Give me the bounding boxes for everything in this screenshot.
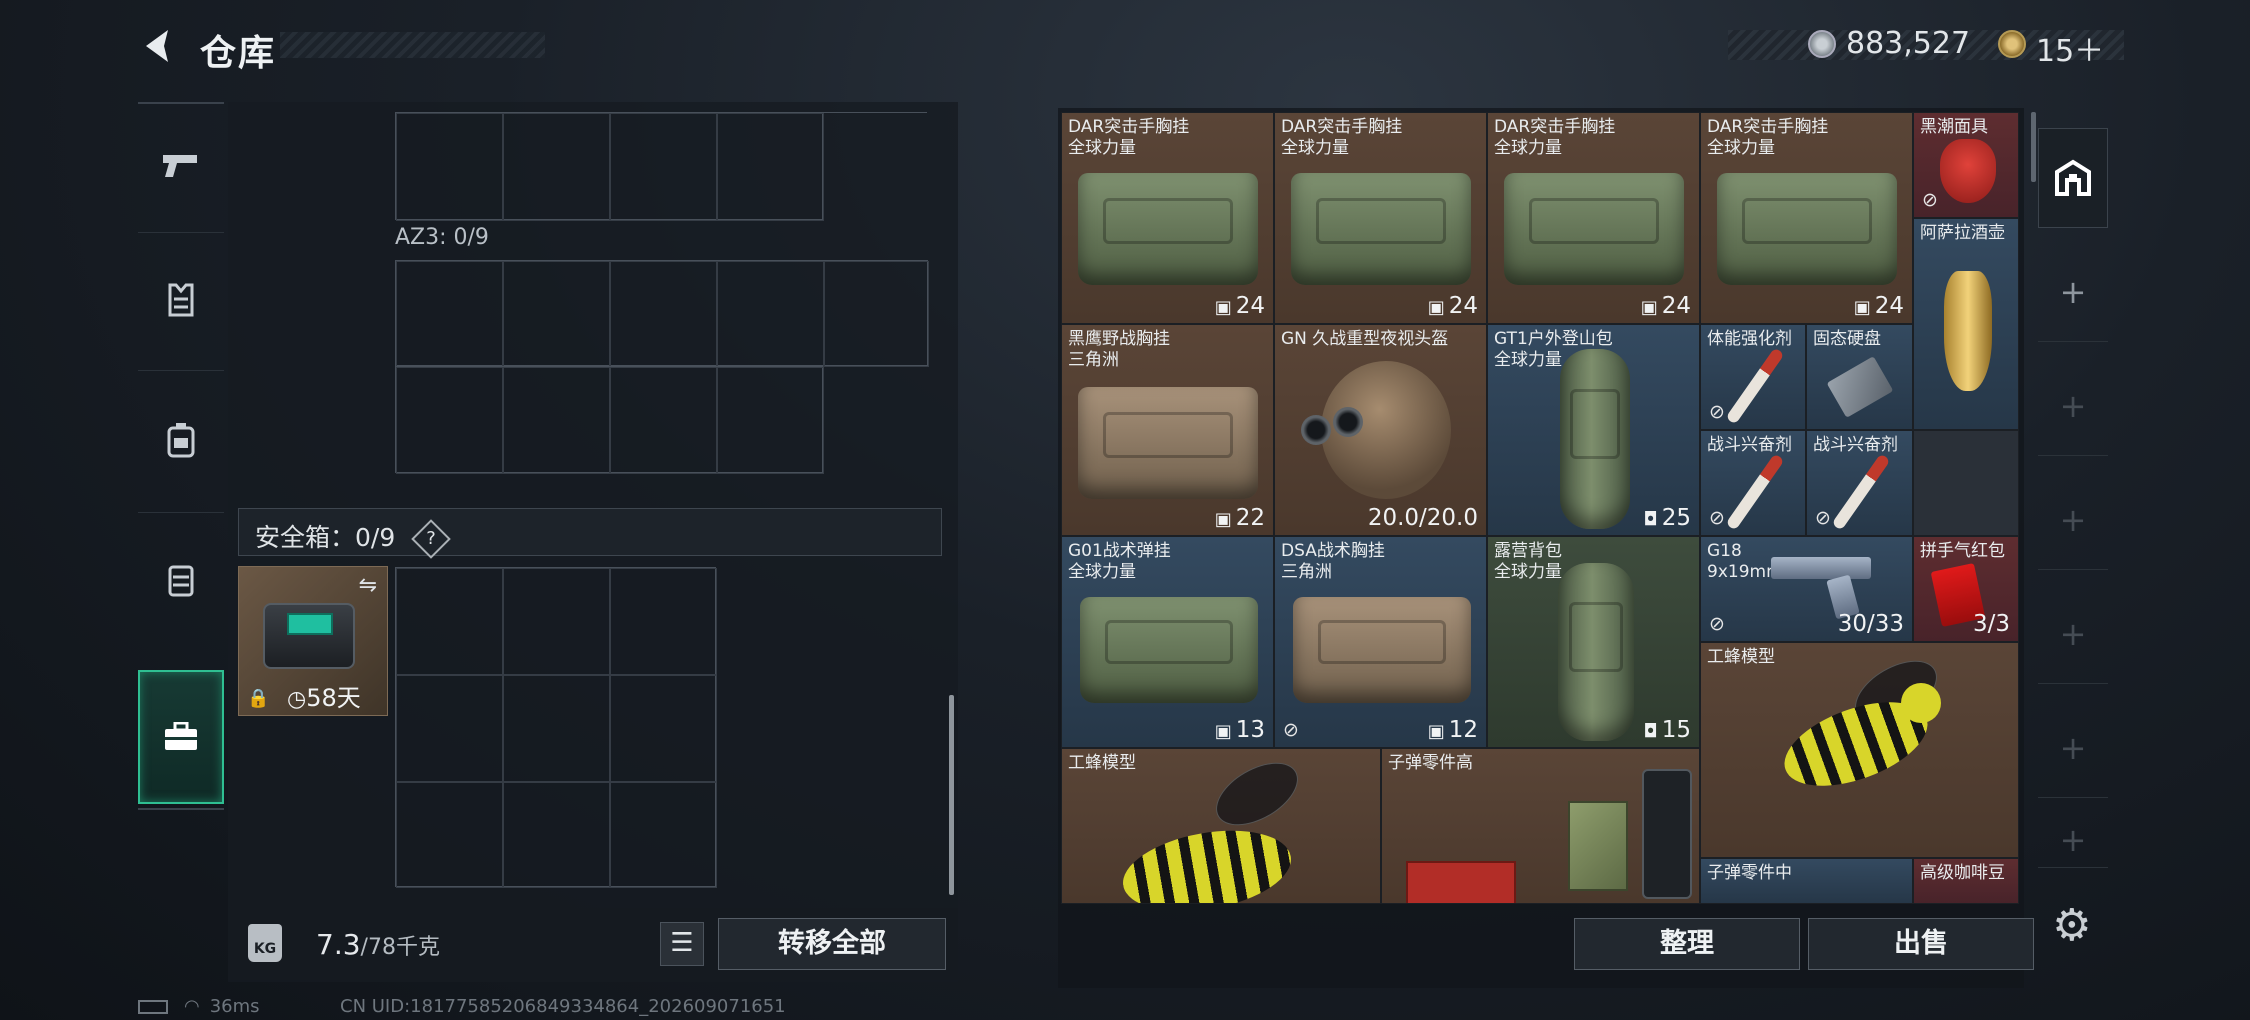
weight-icon: KG [248, 924, 282, 962]
item-gn-nvg-helmet[interactable]: GN 久战重型夜视头盔 20.0/20.0 [1274, 324, 1487, 536]
vest-icon: ▣ [1214, 509, 1232, 530]
wifi-icon: ◠ [184, 996, 200, 1017]
back-arrow-icon[interactable] [138, 26, 178, 66]
weight-readout: 7.3/78千克 [316, 928, 440, 961]
sell-button[interactable]: 出售 [1808, 918, 2034, 970]
item-dar-chest-rig[interactable]: DAR突击手胸挂 全球力量 ▣ 24 [1487, 112, 1700, 324]
item-bullet-parts-mid[interactable]: 子弹零件中 [1700, 858, 1913, 904]
clock-icon: ◷ [287, 687, 307, 712]
safe-box-header: 安全箱：0/9 ? [238, 508, 942, 559]
sort-button[interactable]: 整理 [1574, 918, 1800, 970]
list-view-button[interactable]: ☰ [660, 922, 704, 966]
item-dar-chest-rig[interactable]: DAR突击手胸挂 全球力量 ▣ 24 [1700, 112, 1913, 324]
add-tab-plus-icon[interactable]: + [2038, 698, 2108, 798]
lock-icon: 🔒 [247, 688, 270, 709]
title-decoration [280, 32, 545, 58]
vest-icon: ▣ [1427, 297, 1445, 318]
help-icon[interactable]: ? [411, 519, 452, 559]
item-g01-tactical-rig[interactable]: G01战术弹挂 全球力量 ▣ 13 [1061, 536, 1274, 748]
safe-case-tab[interactable] [138, 670, 224, 804]
storage-tabs: + + + + + + [2038, 128, 2108, 868]
warehouse-tab[interactable] [2038, 128, 2108, 228]
vest-icon: ▣ [1853, 297, 1871, 318]
backpack-icon: ◘ [1643, 509, 1658, 530]
item-premium-coffee-beans[interactable]: 高级咖啡豆 [1913, 858, 2019, 904]
swap-icon[interactable]: ⇋ [359, 573, 377, 598]
vest-icon[interactable] [138, 244, 224, 356]
vest-icon: ▣ [1640, 297, 1658, 318]
silver-coin-icon [1808, 30, 1836, 58]
add-tab-plus-icon[interactable]: + [2038, 812, 2108, 868]
equipment-nav [138, 102, 224, 810]
add-tab-plus-icon[interactable]: + [2038, 242, 2108, 342]
gold-balance[interactable]: 15＋ [2036, 26, 2104, 70]
storage-scrollbar[interactable] [2031, 112, 2036, 182]
safe-box-label: 安全箱：0/9 [255, 523, 396, 552]
backpack-icon: ◘ [1643, 721, 1658, 742]
item-stamina-booster[interactable]: 体能强化剂 ⊘ [1700, 324, 1806, 430]
vest-icon: ▣ [1214, 721, 1232, 742]
item-combat-stim[interactable]: 战斗兴奋剂 ⊘ [1806, 430, 1913, 536]
pistol-icon[interactable] [138, 110, 224, 222]
transfer-all-button[interactable]: 转移全部 [718, 918, 946, 970]
item-g18-pistol[interactable]: G18 9x19mm ⊘ 30/33 [1700, 536, 1913, 642]
silver-balance: 883,527 [1846, 26, 1971, 61]
item-black-tide-mask[interactable]: 黑潮面具 ⊘ [1913, 112, 2019, 218]
item-asala-flask[interactable]: 阿萨拉酒壶 [1913, 218, 2019, 430]
item-dar-chest-rig[interactable]: DAR突击手胸挂 全球力量 ▣ 24 [1274, 112, 1487, 324]
no-trade-icon: ⊘ [1922, 189, 1938, 211]
backpack-icon[interactable] [138, 384, 224, 496]
add-tab-plus-icon[interactable]: + [2038, 470, 2108, 570]
vest-icon: ▣ [1214, 297, 1232, 318]
item-dar-chest-rig[interactable]: DAR突击手胸挂 全球力量 ▣ 24 [1061, 112, 1274, 324]
battery-icon [138, 1000, 168, 1014]
item-camping-backpack[interactable]: 露营背包 全球力量 ◘ 15 [1487, 536, 1700, 748]
user-uid: CN UID:18177585206849334864_202609071651 [340, 996, 786, 1017]
status-bar: ◠ 36ms [138, 996, 260, 1017]
chest-rig-icon[interactable] [138, 524, 224, 636]
item-combat-stim[interactable]: 战斗兴奋剂 ⊘ [1700, 430, 1806, 536]
gold-coin-icon[interactable] [1998, 30, 2026, 58]
item-black-hawk-rig[interactable]: 黑鹰野战胸挂 三角洲 ▣ 22 [1061, 324, 1274, 536]
safe-case-item[interactable]: ⇋ 🔒 ◷58天 [238, 566, 388, 716]
item-dsa-tactical-rig[interactable]: DSA战术胸挂 三角洲 ⊘ ▣ 12 [1274, 536, 1487, 748]
add-tab-plus-icon[interactable]: + [2038, 584, 2108, 684]
item-bullet-parts-high[interactable]: 子弹零件高 [1381, 748, 1700, 904]
container-grid-top [395, 112, 824, 221]
az3-grid[interactable] [395, 260, 929, 367]
az3-capacity-label: AZ3: 0/9 [395, 225, 489, 250]
item-gt1-backpack[interactable]: GT1户外登山包 全球力量 ◘ 25 [1487, 324, 1700, 536]
empty-slot[interactable] [1913, 430, 2019, 536]
vest-icon: ▣ [1427, 721, 1445, 742]
ping: 36ms [209, 996, 260, 1017]
item-worker-bee-model[interactable]: 工蜂模型 [1700, 642, 2019, 858]
no-trade-icon: ⊘ [1709, 507, 1725, 529]
case-timer: ◷58天 [287, 684, 361, 712]
no-trade-icon: ⊘ [1283, 719, 1299, 741]
safe-box-grid[interactable] [395, 567, 717, 888]
left-scrollbar[interactable] [949, 695, 954, 895]
page-title: 仓库 [200, 33, 277, 74]
no-trade-icon: ⊘ [1815, 507, 1831, 529]
add-tab-plus-icon[interactable]: + [2038, 356, 2108, 456]
no-trade-icon: ⊘ [1709, 613, 1725, 635]
item-red-envelope[interactable]: 拼手气红包 3/3 [1913, 536, 2019, 642]
item-worker-bee-model[interactable]: 工蜂模型 [1061, 748, 1381, 904]
item-ssd[interactable]: 固态硬盘 [1806, 324, 1913, 430]
settings-gear-icon[interactable]: ⚙ [2052, 900, 2091, 951]
no-trade-icon: ⊘ [1709, 401, 1725, 423]
